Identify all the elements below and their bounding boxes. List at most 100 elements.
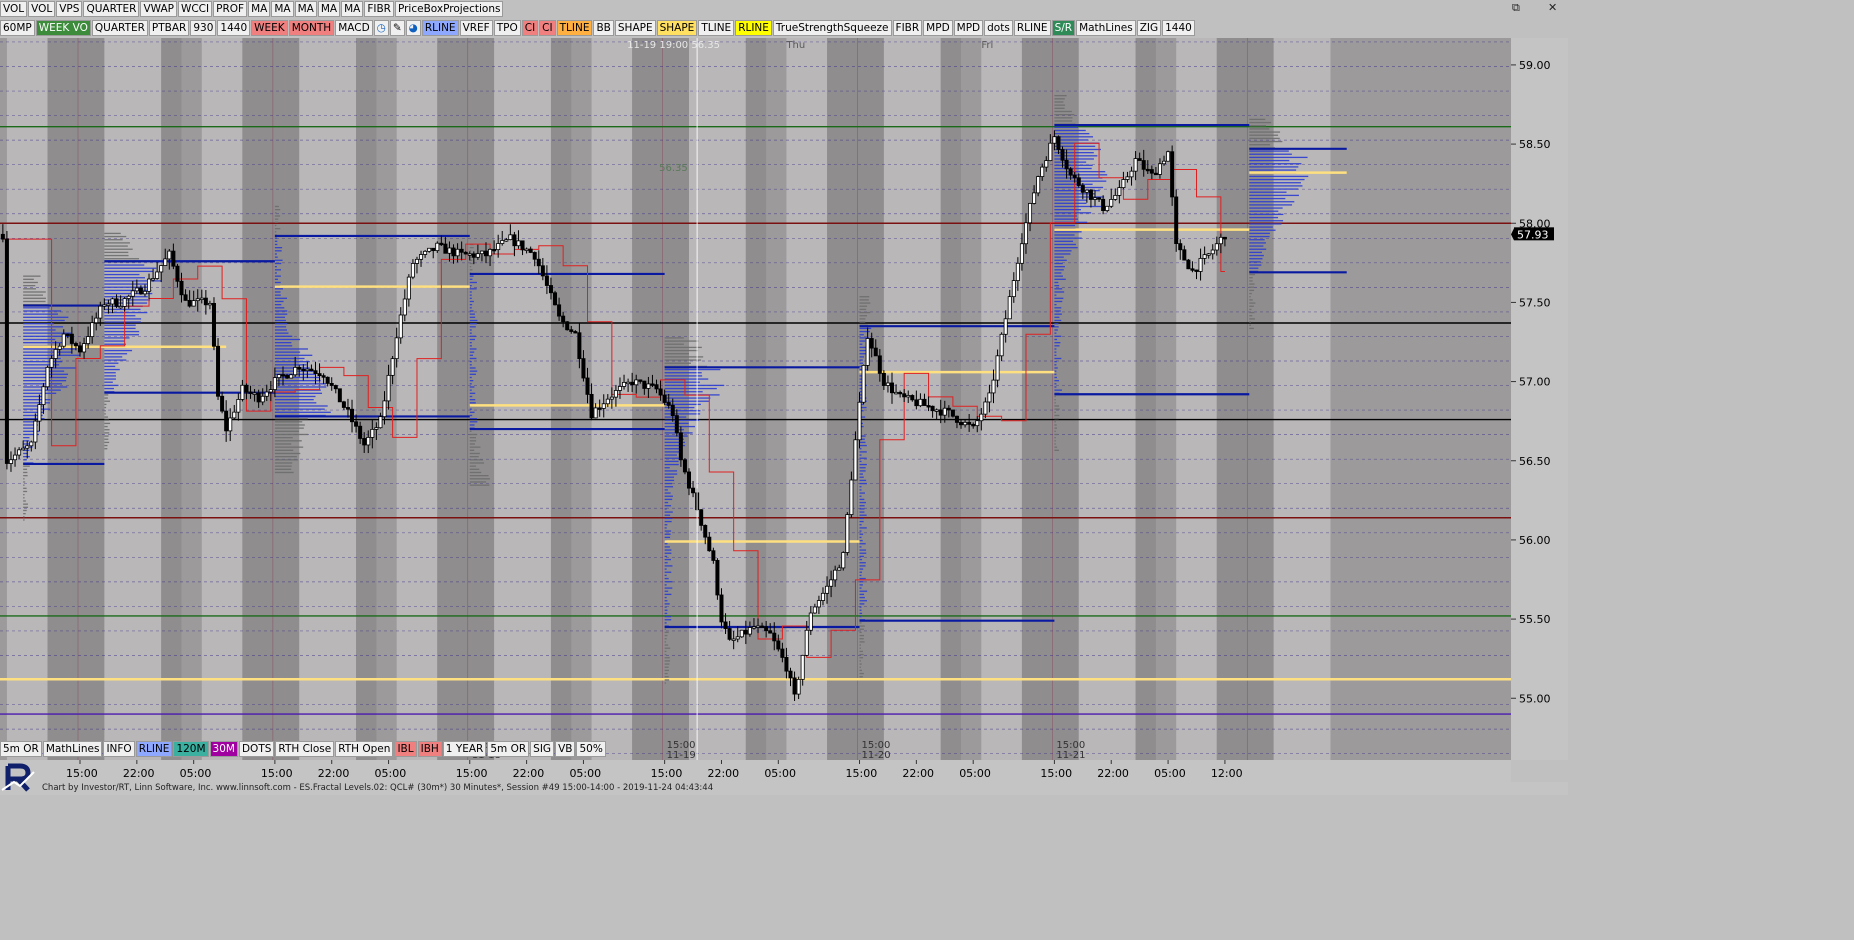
top-vol-button[interactable]: VOL xyxy=(0,1,28,17)
candle-body xyxy=(1166,151,1171,162)
toolbar-1440-button[interactable]: 1440 xyxy=(217,20,251,36)
profile-bar xyxy=(859,524,862,526)
toolbar-mpd-button[interactable]: MPD xyxy=(953,20,984,36)
profile-bar xyxy=(104,438,109,440)
profile-bar xyxy=(664,476,675,478)
toolbar-s-r-button[interactable]: S/R xyxy=(1051,20,1076,36)
bottom-1-year-button[interactable]: 1 YEAR xyxy=(442,741,487,757)
candle-body xyxy=(1028,203,1033,224)
profile-bar xyxy=(23,329,56,331)
toolbar-week-vo-button[interactable]: WEEK VO xyxy=(35,20,91,36)
candle-body xyxy=(687,471,692,489)
bottom-sig-button[interactable]: SIG xyxy=(530,741,555,757)
candle-body xyxy=(617,386,622,391)
profile-bar xyxy=(1249,125,1266,127)
toolbar-ptbar-button[interactable]: PTBAR xyxy=(148,20,190,36)
chart-canvas[interactable]: ThuFri15:0011-1815:0011-1915:0011-2015:0… xyxy=(0,38,1511,760)
profile-bar xyxy=(23,475,28,477)
toolbar-week-button[interactable]: WEEK xyxy=(251,20,288,36)
toolbar---button[interactable]: ✎ xyxy=(389,20,405,36)
toolbar-month-button[interactable]: MONTH xyxy=(288,20,335,36)
profile-bar xyxy=(664,362,691,364)
top-prof-button[interactable]: PROF xyxy=(213,1,248,17)
toolbar-tline-button[interactable]: TLINE xyxy=(556,20,593,36)
price-chart[interactable]: ThuFri15:0011-1815:0011-1915:0011-2015:0… xyxy=(0,38,1511,760)
restore-window-icon[interactable]: ⧉ xyxy=(1512,1,1520,15)
profile-bar xyxy=(859,495,862,497)
bottom-dots-button[interactable]: DOTS xyxy=(238,741,275,757)
top-fibr-button[interactable]: FIBR xyxy=(364,1,394,17)
toolbar-1440-button[interactable]: 1440 xyxy=(1162,20,1195,36)
bottom-ibh-button[interactable]: IBH xyxy=(417,741,442,757)
bottom-ibl-button[interactable]: IBL xyxy=(394,741,417,757)
bottom-5m-or-button[interactable]: 5m OR xyxy=(487,741,530,757)
time-axis[interactable]: 15:00 22:00 05:00 15:00 22:00 05:00 15:00 22:00… xyxy=(40,760,1511,782)
profile-bar xyxy=(104,356,123,358)
toolbar---button[interactable]: ◕ xyxy=(405,20,421,36)
profile-bar xyxy=(104,258,140,260)
toolbar-quarter-button[interactable]: QUARTER xyxy=(91,20,148,36)
top-priceboxprojections-button[interactable]: PriceBoxProjections xyxy=(394,1,504,17)
toolbar-shape-button[interactable]: SHAPE xyxy=(656,20,698,36)
bottom-30m-button[interactable]: 30M xyxy=(209,741,238,757)
toolbar-shape-button[interactable]: SHAPE xyxy=(614,20,656,36)
toolbar-macd-button[interactable]: MACD xyxy=(335,20,373,36)
top-ma-button[interactable]: MA xyxy=(271,1,294,17)
top-quarter-button[interactable]: QUARTER xyxy=(83,1,140,17)
toolbar-rline-button[interactable]: RLINE xyxy=(1013,20,1051,36)
bottom-rth-open-button[interactable]: RTH Open xyxy=(335,741,394,757)
profile-bar xyxy=(274,231,277,233)
toolbar-fibr-button[interactable]: FIBR xyxy=(892,20,923,36)
band-dark xyxy=(437,38,495,760)
profile-bar xyxy=(274,224,277,227)
bottom-120m-button[interactable]: 120M xyxy=(173,741,209,757)
top-vps-button[interactable]: VPS xyxy=(56,1,83,17)
toolbar---button[interactable]: ◷ xyxy=(373,20,389,36)
bottom-rth-close-button[interactable]: RTH Close xyxy=(275,741,335,757)
toolbar-vref-button[interactable]: VREF xyxy=(459,20,493,36)
bottom-vb-button[interactable]: VB xyxy=(555,741,576,757)
bottom-5m-or-button[interactable]: 5m OR xyxy=(0,741,42,757)
candle-body xyxy=(256,392,261,403)
profile-bar xyxy=(664,600,668,602)
top-ma-button[interactable]: MA xyxy=(248,1,271,17)
toolbar-ci-button[interactable]: CI xyxy=(539,20,556,36)
profile-bar xyxy=(664,511,673,513)
toolbar-rline-button[interactable]: RLINE xyxy=(421,20,459,36)
top-ma-button[interactable]: MA xyxy=(294,1,317,17)
bottom-mathlines-button[interactable]: MathLines xyxy=(42,741,103,757)
close-window-icon[interactable]: ✕ xyxy=(1548,1,1557,14)
top-wcci-button[interactable]: WCCI xyxy=(177,1,213,17)
profile-bar xyxy=(1054,164,1093,166)
top-ma-button[interactable]: MA xyxy=(317,1,341,17)
toolbar-zig-button[interactable]: ZIG xyxy=(1136,20,1162,36)
toolbar-tline-button[interactable]: TLINE xyxy=(698,20,735,36)
toolbar-mathlines-button[interactable]: MathLines xyxy=(1076,20,1136,36)
candle-body xyxy=(82,343,87,353)
profile-bar xyxy=(274,418,308,420)
profile-bar xyxy=(1249,280,1253,282)
toolbar-60mp-button[interactable]: 60MP xyxy=(0,20,35,36)
toolbar-ci-button[interactable]: CI xyxy=(521,20,539,36)
bottom-rline-button[interactable]: RLINE xyxy=(135,741,173,757)
toolbar-truestrengthsqueeze-button[interactable]: TrueStrengthSqueeze xyxy=(772,20,892,36)
toolbar-mpd-button[interactable]: MPD xyxy=(923,20,953,36)
profile-bar xyxy=(469,288,477,290)
profile-bar xyxy=(1249,204,1293,206)
bottom-info-button[interactable]: INFO xyxy=(103,741,135,757)
top-vwap-button[interactable]: VWAP xyxy=(140,1,177,17)
bottom-50--button[interactable]: 50% xyxy=(576,741,606,757)
price-axis[interactable]: 59.00 58.50 58.00 57.50 57.00 56.50 56.00 55.50… xyxy=(1511,38,1568,760)
profile-bar xyxy=(23,376,67,379)
toolbar-tpo-button[interactable]: TPO xyxy=(493,20,521,36)
toolbar-rline-button[interactable]: RLINE xyxy=(735,20,772,36)
top-vol-button[interactable]: VOL xyxy=(28,1,56,17)
toolbar-dots-button[interactable]: dots xyxy=(984,20,1013,36)
profile-bar xyxy=(104,327,136,330)
profile-bar xyxy=(274,209,281,211)
toolbar-bb-button[interactable]: BB xyxy=(593,20,614,36)
profile-bar xyxy=(469,383,472,385)
top-ma-button[interactable]: MA xyxy=(341,1,364,17)
toolbar-930-button[interactable]: 930 xyxy=(190,20,217,36)
profile-bar xyxy=(469,471,482,474)
